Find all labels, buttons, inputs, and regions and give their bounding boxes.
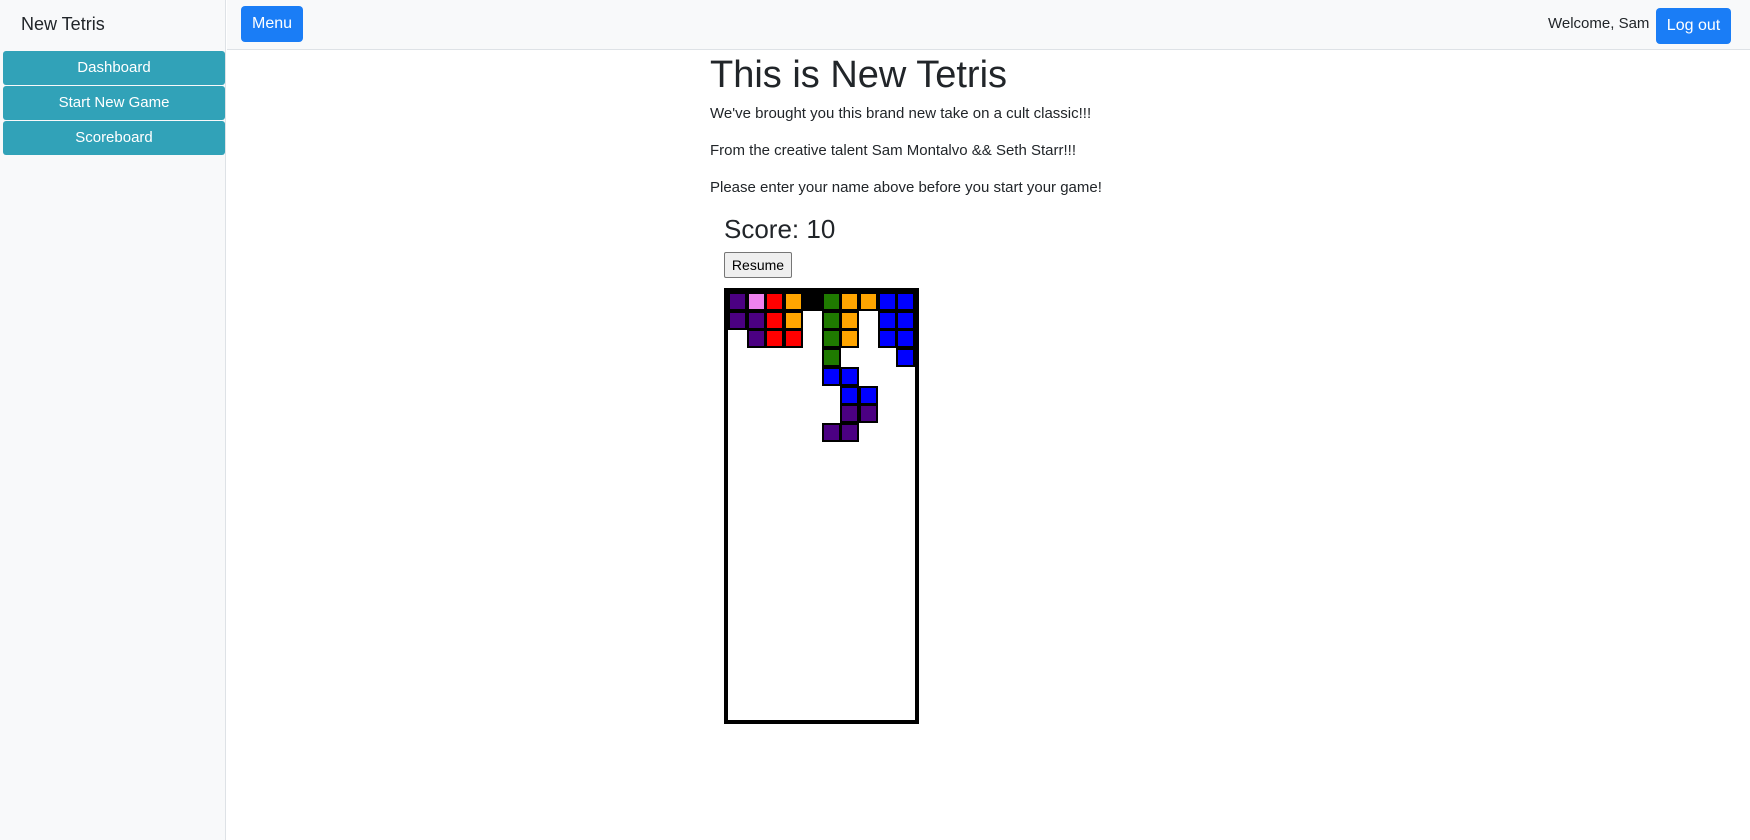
credits-text: From the creative talent Sam Montalvo &&… (710, 142, 1076, 159)
score-display: Score: 10 (724, 214, 835, 245)
tetris-block (728, 292, 747, 311)
tetris-block (896, 348, 916, 368)
sidebar-nav: Dashboard Start New Game Scoreboard (3, 51, 225, 156)
score-label: Score: (724, 214, 800, 244)
resume-button[interactable]: Resume (724, 252, 792, 278)
sidebar-item-dashboard[interactable]: Dashboard (3, 51, 225, 85)
welcome-text: Welcome, Sam (1548, 15, 1650, 32)
tetris-block (728, 310, 747, 330)
tetris-block (896, 329, 916, 349)
tetris-block (840, 422, 860, 442)
tetris-block (840, 366, 860, 386)
instructions-text: Please enter your name above before you … (710, 179, 1102, 196)
tetris-block (746, 310, 766, 330)
tetris-block (821, 366, 841, 386)
tetris-block (821, 310, 841, 330)
sidebar: New Tetris Dashboard Start New Game Scor… (0, 0, 226, 840)
top-navbar: Menu Welcome, Sam Log out (227, 0, 1750, 50)
intro-text: We've brought you this brand new take on… (710, 105, 1092, 122)
tetris-block (821, 348, 841, 368)
tetris-block (858, 292, 878, 311)
tetris-block (840, 310, 860, 330)
tetris-block (765, 329, 785, 349)
sidebar-title: New Tetris (21, 14, 105, 34)
tetris-block (877, 292, 897, 311)
logout-button[interactable]: Log out (1656, 8, 1731, 44)
tetris-block (840, 404, 860, 424)
tetris-block (784, 329, 804, 349)
tetris-block (896, 292, 916, 311)
sidebar-item-start-new-game[interactable]: Start New Game (3, 86, 225, 120)
tetris-block (877, 310, 897, 330)
tetris-board[interactable] (724, 288, 919, 724)
tetris-block (821, 292, 841, 311)
tetris-block (821, 329, 841, 349)
tetris-block (840, 385, 860, 405)
tetris-block (840, 329, 860, 349)
tetris-block (784, 310, 804, 330)
tetris-block (877, 329, 897, 349)
score-value: 10 (806, 214, 836, 244)
tetris-block (896, 310, 916, 330)
page-title: This is New Tetris (710, 54, 1008, 96)
sidebar-item-scoreboard[interactable]: Scoreboard (3, 121, 225, 155)
tetris-block (821, 422, 841, 442)
tetris-block (746, 292, 766, 311)
tetris-block (765, 310, 785, 330)
tetris-block (858, 404, 878, 424)
tetris-block (858, 385, 878, 405)
tetris-block (765, 292, 785, 311)
tetris-block (784, 292, 804, 311)
tetris-block (746, 329, 766, 349)
menu-button[interactable]: Menu (241, 6, 303, 42)
tetris-block (840, 292, 860, 311)
